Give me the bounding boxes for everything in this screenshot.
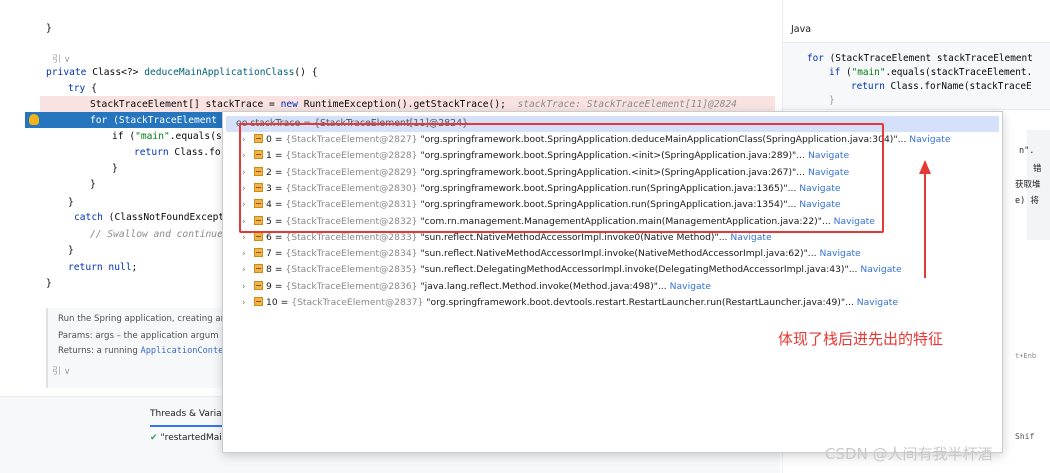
text-fragment: t+Enb [1015,352,1037,360]
equals-sign: = [277,297,292,308]
up-arrow-icon [919,160,931,278]
doc-returns: Returns: a running ApplicationContex [58,346,229,356]
array-element-icon [254,264,263,273]
element-value: "sun.reflect.NativeMethodAccessorImpl.in… [420,248,817,259]
navigate-link[interactable]: Navigate [909,134,950,145]
text-fragment: n". [1019,146,1035,156]
lightbulb-icon[interactable] [29,114,39,125]
navigate-link[interactable]: Navigate [857,297,898,308]
tab-threads-variables[interactable]: Threads & Varia [150,409,222,419]
snippet-line: for (StackTraceElement stackTraceElement [807,53,1033,64]
snippet-line: if ("main".equals(stackTraceElement. [829,67,1033,78]
stack-trace-row[interactable]: › 9 = {StackTraceElement@2836} "java.lang… [242,279,711,295]
code-line: // Swallow and continue [90,229,223,240]
thread-selector[interactable]: ✔ "restartedMai [150,433,230,443]
code-line: } [46,23,52,34]
element-value: "org.springframework.boot.devtools.resta… [426,297,854,308]
equals-sign: = [271,264,286,275]
array-element-icon [254,281,263,290]
code-line: } [68,197,74,208]
element-value: "sun.reflect.DelegatingMethodAccessorImp… [420,264,858,275]
code-line: catch (ClassNotFoundExcepti [74,212,230,223]
expand-chevron-icon[interactable]: › [242,246,252,262]
code-line: private Class<?> deduceMainApplicationCl… [46,67,318,78]
check-icon: ✔ [150,433,158,443]
code-line: } [112,163,118,174]
element-value: "java.lang.reflect.Method.invoke(Method.… [420,281,667,292]
doc-params: Params: args – the application argum [58,331,219,341]
element-ref: {StackTraceElement@2835} [285,264,418,275]
snippet-line: return Class.forName(stackTraceE [851,81,1032,92]
code-line: return null; [68,262,138,273]
stack-trace-row[interactable]: › 7 = {StackTraceElement@2834} "sun.refle… [242,246,861,262]
code-snippet: for (StackTraceElement stackTraceElement… [783,42,1050,110]
language-label: Java [791,24,812,35]
array-element-icon [254,232,263,241]
text-fragment: e) 将 [1015,196,1039,206]
equals-sign: = [271,232,286,243]
watermark: CSDN @人间有我半杯酒 [825,445,993,463]
inlay-lens[interactable]: 引 ∨ [52,52,70,65]
snippet-line: } [829,95,835,106]
navigate-link[interactable]: Navigate [730,232,771,243]
text-fragment: Shif [1015,432,1035,441]
javadoc-panel: Run the Spring application, creating an … [46,308,229,388]
array-element-icon [254,248,263,257]
equals-sign: = [271,248,286,259]
text-fragment: 获取堆 [1015,180,1041,190]
navigate-link[interactable]: Navigate [820,248,861,259]
code-line: } [68,245,74,256]
code-line: } [46,278,52,289]
annotation-text: 体现了栈后进先出的特征 [778,330,944,348]
stack-trace-row[interactable]: › 10 = {StackTraceElement@2837} "org.spri… [242,295,898,311]
inlay-lens[interactable]: 引 ∨ [52,364,70,377]
code-line: } [90,179,96,190]
element-value: "sun.reflect.NativeMethodAccessorImpl.in… [420,232,728,243]
text-fragment: 错 [1033,164,1042,174]
element-ref: {StackTraceElement@2837} [291,297,424,308]
expand-chevron-icon[interactable]: › [242,279,252,295]
code-line: for (StackTraceElement s [90,115,229,126]
element-ref: {StackTraceElement@2834} [285,248,418,259]
equals-sign: = [271,281,286,292]
code-line: return Class.for [134,147,227,158]
expand-chevron-icon[interactable]: › [242,262,252,278]
expand-chevron-icon[interactable]: › [242,295,252,311]
element-index: 10 [266,297,278,308]
navigate-link[interactable]: Navigate [670,281,711,292]
navigate-link[interactable]: Navigate [860,264,901,275]
highlight-box [239,123,884,233]
code-line: if ("main".equals(st [112,131,228,142]
doc-summary: Run the Spring application, creating an [58,314,227,324]
tab-underline [150,425,225,427]
array-element-icon [254,297,263,306]
stack-trace-row[interactable]: › 8 = {StackTraceElement@2835} "sun.refle… [242,262,902,278]
element-ref: {StackTraceElement@2833} [285,232,418,243]
element-ref: {StackTraceElement@2836} [285,281,418,292]
